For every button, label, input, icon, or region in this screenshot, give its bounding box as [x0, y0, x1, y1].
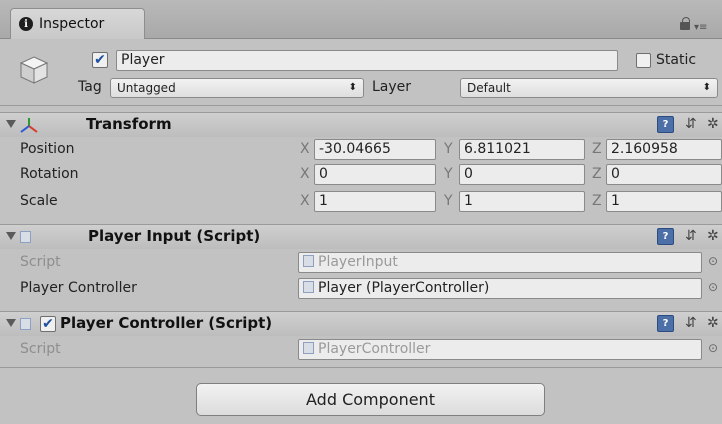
- scale-z-field[interactable]: 1: [606, 191, 722, 212]
- object-picker-icon: ⊙: [708, 341, 719, 355]
- axis-z-label[interactable]: Z: [592, 164, 602, 184]
- presets-icon[interactable]: ⇵: [685, 116, 697, 133]
- scale-label: Scale: [20, 193, 58, 209]
- active-checkbox[interactable]: [92, 52, 108, 68]
- help-icon[interactable]: ?: [657, 116, 674, 133]
- divider: [0, 367, 722, 368]
- presets-icon[interactable]: ⇵: [685, 315, 697, 332]
- info-icon: i: [19, 17, 33, 31]
- script-label: Script: [20, 341, 61, 357]
- script-value: PlayerController: [318, 341, 431, 357]
- player-controller-field[interactable]: Player (PlayerController): [298, 278, 702, 299]
- tag-value: Untagged: [117, 81, 176, 95]
- layer-value: Default: [467, 81, 511, 95]
- player-controller-label: Player Controller: [20, 280, 137, 296]
- inspector-tabstrip: i Inspector ▾≡: [0, 0, 722, 39]
- tab-inspector[interactable]: i Inspector: [10, 8, 145, 39]
- script-field: PlayerInput: [298, 252, 702, 273]
- position-x-field[interactable]: -30.04665: [314, 139, 436, 160]
- script-field: PlayerController: [298, 339, 702, 360]
- add-component-button[interactable]: Add Component: [196, 383, 545, 416]
- rotation-label: Rotation: [20, 166, 79, 182]
- script-icon: [303, 255, 314, 267]
- script-label: Script: [20, 254, 61, 270]
- foldout-arrow-icon[interactable]: [6, 120, 16, 128]
- component-title: Transform: [86, 115, 172, 133]
- script-icon: [20, 231, 31, 243]
- help-icon[interactable]: ?: [657, 315, 674, 332]
- axis-x-label[interactable]: X: [300, 191, 310, 211]
- foldout-arrow-icon[interactable]: [6, 232, 16, 240]
- player-controller-header[interactable]: Player Controller (Script) ? ⇵ ✲: [0, 311, 722, 336]
- axis-z-label[interactable]: Z: [592, 139, 602, 159]
- component-enabled-checkbox[interactable]: [40, 316, 56, 332]
- tag-label: Tag: [78, 79, 102, 95]
- position-y-field[interactable]: 6.811021: [459, 139, 585, 160]
- presets-icon[interactable]: ⇵: [685, 228, 697, 245]
- gameobject-header: Player Static Tag Untagged ⬍ Layer Defau…: [0, 40, 722, 106]
- object-picker-icon[interactable]: ⊙: [708, 280, 718, 294]
- transform-header[interactable]: Transform ? ⇵ ✲: [0, 112, 722, 137]
- position-label: Position: [20, 141, 75, 157]
- static-checkbox[interactable]: [636, 53, 651, 68]
- transform-icon: [20, 118, 38, 133]
- object-picker-icon: ⊙: [708, 254, 719, 268]
- foldout-arrow-icon[interactable]: [6, 319, 16, 327]
- gameobject-cube-icon[interactable]: [18, 54, 50, 86]
- axis-x-label[interactable]: X: [300, 164, 310, 184]
- axis-y-label[interactable]: Y: [444, 139, 453, 159]
- position-z-field[interactable]: 2.160958: [606, 139, 722, 160]
- scale-y-field[interactable]: 1: [459, 191, 585, 212]
- gear-icon[interactable]: ✲: [707, 228, 719, 245]
- gear-icon[interactable]: ✲: [707, 315, 719, 332]
- player-input-header[interactable]: Player Input (Script) ? ⇵ ✲: [0, 224, 722, 249]
- tag-dropdown[interactable]: Untagged ⬍: [110, 78, 364, 98]
- layer-dropdown[interactable]: Default ⬍: [460, 78, 718, 98]
- window-menu-icon[interactable]: ▾≡: [694, 22, 707, 33]
- player-controller-value: Player (PlayerController): [318, 280, 490, 296]
- axis-x-label[interactable]: X: [300, 139, 310, 159]
- name-field[interactable]: Player: [116, 50, 618, 71]
- component-title: Player Input (Script): [88, 227, 261, 245]
- rotation-z-field[interactable]: 0: [606, 164, 722, 185]
- axis-y-label[interactable]: Y: [444, 191, 453, 211]
- rotation-x-field[interactable]: 0: [314, 164, 436, 185]
- scale-x-field[interactable]: 1: [314, 191, 436, 212]
- axis-y-label[interactable]: Y: [444, 164, 453, 184]
- script-icon: [303, 342, 314, 354]
- static-label: Static: [656, 52, 697, 68]
- axis-z-label[interactable]: Z: [592, 191, 602, 211]
- script-value: PlayerInput: [318, 254, 398, 270]
- script-icon: [303, 281, 314, 293]
- layer-label: Layer: [372, 79, 412, 95]
- rotation-y-field[interactable]: 0: [459, 164, 585, 185]
- dropdown-arrow-icon: ⬍: [702, 82, 711, 93]
- gear-icon[interactable]: ✲: [707, 116, 719, 133]
- script-icon: [20, 318, 31, 330]
- lock-icon[interactable]: [680, 17, 690, 30]
- tab-label: Inspector: [39, 16, 105, 32]
- component-title: Player Controller (Script): [60, 314, 273, 332]
- dropdown-arrow-icon: ⬍: [348, 82, 357, 93]
- help-icon[interactable]: ?: [657, 228, 674, 245]
